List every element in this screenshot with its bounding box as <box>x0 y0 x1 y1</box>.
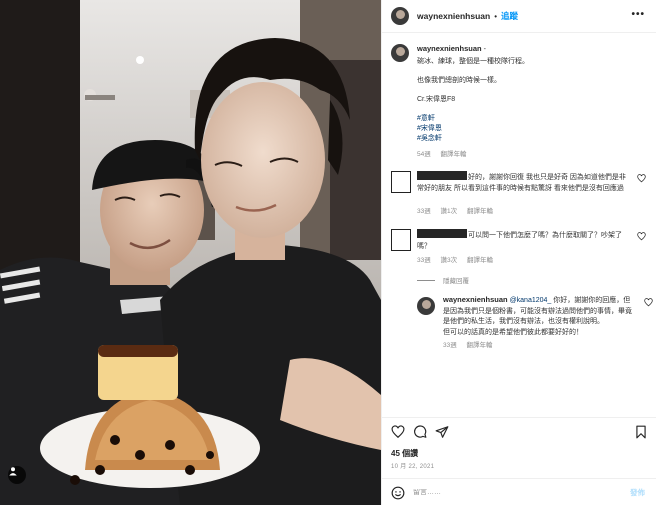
caption-body: waynexnienhsuan - 碗冰、練球，整個是一種校隊行程。 也像我們總… <box>417 44 645 160</box>
redacted-username <box>417 171 467 180</box>
header-separator: • <box>494 11 498 21</box>
heart-icon[interactable] <box>637 232 646 241</box>
post-side-panel: waynexnienhsuan • 追蹤 ••• waynexnienhsuan… <box>381 0 656 505</box>
action-icons <box>391 425 449 439</box>
redacted-username <box>417 229 467 238</box>
caption-line: 也像我們總剖的時候一樣。 <box>417 77 501 84</box>
reply-button[interactable]: 翻譯年輪 <box>467 208 493 215</box>
see-translation-link[interactable]: 翻譯年輪 <box>441 151 467 158</box>
hide-replies-label: 隱藏回覆 <box>443 278 469 285</box>
mention-link[interactable]: @kana1204_ <box>510 297 552 304</box>
divider <box>417 279 435 281</box>
caption-meta: 54週 翻譯年輪 <box>417 150 645 160</box>
hashtag-link[interactable]: #宋偉恩 <box>417 124 645 134</box>
avatar[interactable] <box>417 297 435 315</box>
reply-meta: 33週 翻譯年輪 <box>443 341 633 352</box>
comment-input[interactable] <box>413 489 613 496</box>
likes-count[interactable]: 45 個讚 <box>391 448 418 459</box>
share-send-icon[interactable] <box>435 425 449 439</box>
comment-body: 好的，謝謝你回復 我也只是好奇 因為如道他們是非常好的朋友 所以看到這件事的時候… <box>417 171 627 194</box>
redacted-avatar <box>391 229 411 251</box>
bookmark-icon[interactable] <box>635 425 647 439</box>
post-photo-illustration <box>0 0 381 505</box>
user-icon <box>9 467 17 476</box>
add-comment-bar: 發佈 <box>382 478 656 505</box>
emoji-icon[interactable] <box>391 486 405 500</box>
caption-hashtags: #意軒 #宋偉恩 #吳念軒 <box>417 114 645 144</box>
tagged-users-button[interactable] <box>8 466 26 484</box>
caption-username[interactable]: waynexnienhsuan <box>417 44 482 53</box>
caption-line: Cr.宋偉恩F8 <box>417 96 456 103</box>
reply-button[interactable]: 翻譯年輪 <box>467 342 493 349</box>
redacted-avatar <box>391 171 411 193</box>
comments-scroll-area[interactable]: waynexnienhsuan - 碗冰、練球，整個是一種校隊行程。 也像我們總… <box>382 34 656 417</box>
like-heart-icon[interactable] <box>391 425 405 439</box>
reply-time: 33週 <box>443 342 457 349</box>
comment-time: 33週 <box>417 257 431 264</box>
follow-button[interactable]: 追蹤 <box>501 10 518 22</box>
caption-separator: - <box>483 46 486 53</box>
post-header: waynexnienhsuan • 追蹤 ••• <box>382 0 656 33</box>
comment-body: 可以問一下他們怎麼了嗎？為什麼取關了？吵架了嗎？ <box>417 229 627 252</box>
avatar[interactable] <box>391 7 409 25</box>
comment-meta: 33週 讚1次 翻譯年輪 <box>417 207 501 218</box>
caption-line: 碗冰、練球，整個是一種校隊行程。 <box>417 58 529 65</box>
post-comment-button[interactable]: 發佈 <box>630 487 645 498</box>
heart-icon[interactable] <box>644 298 653 307</box>
comment-likes[interactable]: 讚1次 <box>441 208 458 215</box>
post-date: 10 月 22, 2021 <box>391 464 435 470</box>
comment-meta: 33週 讚3次 翻譯年輪 <box>417 256 501 267</box>
comment-bubble-icon[interactable] <box>413 425 427 439</box>
hashtag-link[interactable]: #意軒 <box>417 114 645 124</box>
comment-likes[interactable]: 讚3次 <box>441 257 458 264</box>
reply-username[interactable]: waynexnienhsuan <box>443 295 508 304</box>
caption-time: 54週 <box>417 151 431 158</box>
hide-replies-button[interactable]: 隱藏回覆 <box>417 275 469 285</box>
more-options-icon[interactable]: ••• <box>631 9 645 20</box>
heart-icon[interactable] <box>637 174 646 183</box>
post-photo[interactable] <box>0 0 381 505</box>
hashtag-link[interactable]: #吳念軒 <box>417 134 645 144</box>
comment-time: 33週 <box>417 208 431 215</box>
header-username[interactable]: waynexnienhsuan <box>417 11 490 21</box>
reply-body: waynexnienhsuan @kana1204_ 你好，謝謝你的回應，但是因… <box>443 295 633 352</box>
reply-button[interactable]: 翻譯年輪 <box>467 257 493 264</box>
avatar[interactable] <box>391 44 409 62</box>
post-actions: 45 個讚 10 月 22, 2021 發佈 <box>382 417 656 505</box>
